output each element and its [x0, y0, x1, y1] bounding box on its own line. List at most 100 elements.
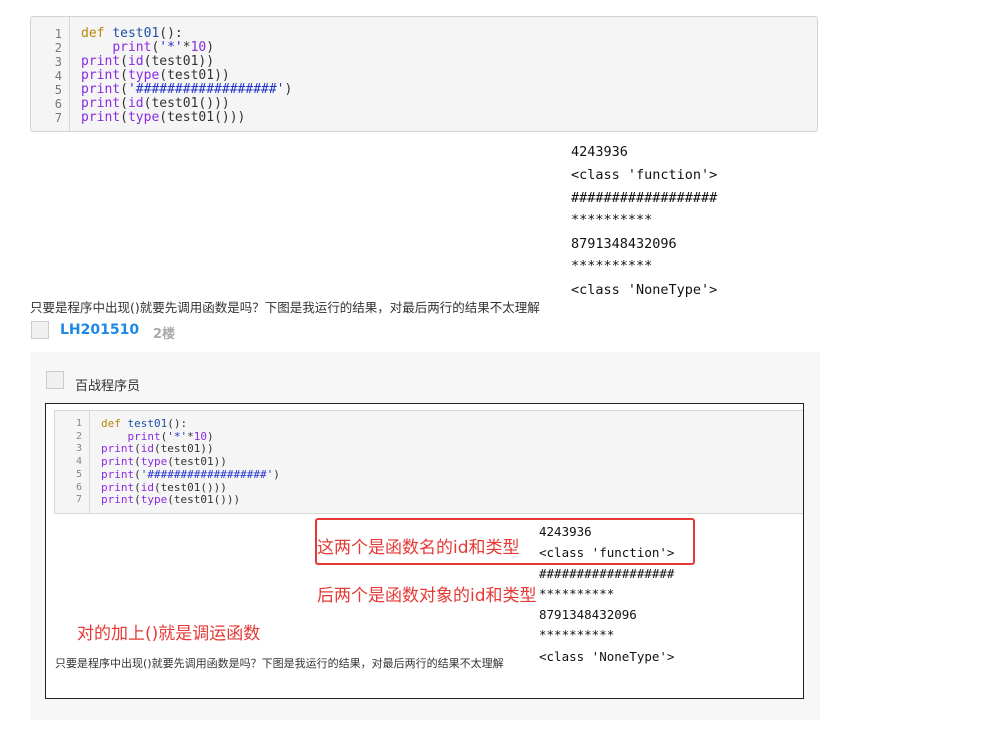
line-number: 6: [75, 481, 82, 493]
code-token: ): [207, 429, 214, 443]
code-token: *: [187, 429, 194, 443]
code-token: print: [101, 493, 135, 507]
code-token: (test01)): [159, 68, 230, 83]
code-line: print(type(test01)): [81, 69, 230, 83]
username-link[interactable]: LH201510: [60, 322, 139, 338]
code-token: id: [127, 96, 144, 111]
line-number: 6: [54, 97, 62, 111]
code-token: print: [112, 40, 152, 55]
output-line: **********: [571, 258, 653, 274]
code-token: type: [140, 493, 168, 507]
output-line: **********: [539, 586, 615, 601]
code-token: (: [134, 467, 141, 481]
line-number: 4: [54, 69, 62, 83]
code-token: ): [206, 40, 215, 55]
code-token: ():: [159, 26, 183, 41]
code-token: (: [120, 54, 128, 69]
code-token: ): [273, 467, 280, 481]
code-token: print: [101, 442, 135, 456]
code-token: print: [81, 110, 121, 125]
annotation-call-note: 对的加上()就是调运函数: [77, 624, 261, 644]
code-token: print: [127, 429, 161, 443]
code-token: ():: [167, 417, 188, 430]
avatar[interactable]: [31, 321, 49, 339]
line-number: 3: [54, 55, 62, 69]
code-token: print: [81, 96, 121, 111]
code-token: (test01)): [167, 455, 227, 469]
code-token: 10: [190, 40, 207, 55]
code-token: print: [81, 82, 121, 97]
code-token: ): [284, 82, 293, 97]
line-number: 5: [54, 83, 62, 97]
code-line: def test01():: [81, 27, 183, 41]
code-token: (: [120, 96, 128, 111]
code-line: print('##################'): [81, 83, 292, 97]
code-token: test01: [112, 26, 160, 41]
code-token: (: [120, 82, 128, 97]
code-token: (: [120, 110, 128, 125]
code-token: (: [134, 480, 141, 494]
annotation-object-id-type: 后两个是函数对象的id和类型: [317, 586, 537, 606]
annotated-screenshot: 1234567 def test01(): print('*'*10) print…: [45, 403, 804, 699]
code-token: (test01())): [154, 480, 227, 494]
output-line: <class 'NoneType'>: [539, 649, 675, 664]
output-line: <class 'NoneType'>: [571, 282, 718, 298]
code-token: (: [134, 493, 141, 507]
code-token: def: [81, 26, 113, 41]
code-token: (test01())): [167, 493, 241, 507]
code-token: '##################': [127, 82, 285, 97]
code-line: print(id(test01)): [81, 55, 214, 69]
output-line: ##################: [571, 190, 718, 206]
code-token: '*': [167, 429, 188, 443]
reply-author: 百战程序员: [75, 379, 141, 394]
code-token: *: [182, 40, 191, 55]
inner-line-number-gutter: 1234567: [55, 411, 90, 513]
code-token: (test01)): [154, 442, 214, 456]
code-token: id: [127, 54, 144, 69]
code-token: (test01)): [143, 54, 215, 69]
code-token: print: [101, 455, 135, 469]
code-line: print('*'*10): [81, 41, 214, 55]
code-line: print(type(test01())): [101, 493, 241, 507]
inner-question-text: 只要是程序中出现()就要先调用函数是吗？下图是我运行的结果，对最后两行的结果不太…: [55, 657, 504, 670]
annotation-name-id-type: 这两个是函数名的id和类型: [317, 538, 520, 558]
code-block: 1234567 def test01(): print('*'*10) print…: [30, 16, 818, 132]
code-token: (test01())): [159, 110, 246, 125]
code-token: 10: [193, 429, 207, 443]
line-number: 3: [75, 443, 82, 455]
output-line: 4243936: [571, 144, 628, 160]
code-line: print(id(test01())): [81, 97, 230, 111]
code-token: id: [140, 442, 154, 456]
code-token: (: [134, 455, 141, 469]
line-number: 1: [54, 27, 62, 41]
output-line: ##################: [539, 566, 675, 581]
line-number: 1: [75, 418, 82, 429]
program-output: 4243936 <class 'function'> ###############…: [562, 138, 789, 309]
line-number: 7: [54, 111, 62, 125]
code-token: test01: [127, 417, 168, 430]
code-token: print: [101, 480, 135, 494]
inner-code-block: 1234567 def test01(): print('*'*10) print…: [54, 410, 803, 514]
line-number: 5: [75, 468, 82, 480]
code-token: id: [140, 480, 154, 494]
line-number: 7: [75, 494, 82, 506]
question-text: 只要是程序中出现()就要先调用函数是吗？下图是我运行的结果，对最后两行的结果不太…: [30, 300, 540, 315]
code-token: (: [120, 68, 128, 83]
output-line: **********: [571, 212, 653, 228]
code-token: print: [81, 68, 121, 83]
code-token: print: [101, 467, 135, 481]
code-token: type: [127, 110, 160, 125]
code-token: type: [140, 455, 168, 469]
code-line: print(type(test01())): [81, 111, 245, 125]
code-token: type: [127, 68, 160, 83]
line-number: 2: [75, 430, 82, 442]
line-number: 4: [75, 456, 82, 468]
code-token: '##################': [140, 467, 274, 481]
code-token: '*': [159, 40, 183, 55]
output-line: **********: [539, 627, 615, 642]
reply-avatar[interactable]: [46, 371, 64, 389]
output-line: 8791348432096: [571, 236, 677, 252]
output-line: <class 'function'>: [571, 167, 718, 183]
